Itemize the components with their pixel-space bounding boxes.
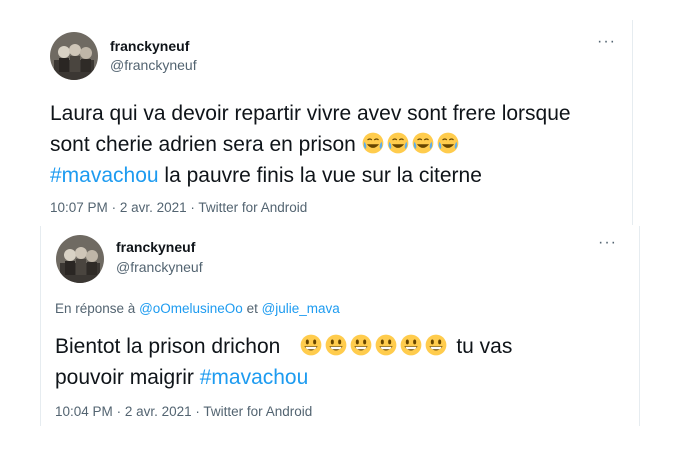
more-options-icon[interactable]: ··· [598,234,617,252]
mention-link[interactable]: @oOmelusineOo [139,301,243,316]
tweet-time[interactable]: 10:04 PM [55,404,113,419]
reply-prefix: En réponse à [55,301,140,316]
face-with-tears-of-joy-icon [437,132,459,154]
grinning-face-icon [375,334,397,356]
grinning-face-icon [400,334,422,356]
tweet-metadata: 10:07 PM · 2 avr. 2021 · Twitter for And… [50,200,307,215]
tweet-text-line-2: pouvoir maigrir #mavachou [55,362,635,393]
tweet-date[interactable]: 2 avr. 2021 [125,404,192,419]
tweet-text-segment: sont cherie adrien sera en prison [50,133,362,156]
emoji-group [362,132,462,156]
separator: · [111,200,117,215]
more-options-icon[interactable]: ··· [597,33,616,51]
grinning-face-icon [350,334,372,356]
reply-context: En réponse à @oOmelusineOo et @julie_mav… [55,301,340,316]
tweet-text-segment: Bientot la prison drichon [55,335,281,358]
reply-and: et [242,301,262,316]
display-name[interactable]: franckyneuf [110,38,189,54]
separator: · [116,404,122,419]
hashtag-link[interactable]: #mavachou [200,366,309,389]
tweet-time[interactable]: 10:07 PM [50,200,108,215]
separator: · [195,404,200,419]
mention-link[interactable]: @julie_mava [262,301,340,316]
tweet-text-line-1: Laura qui va devoir repartir vivre avev … [50,102,571,125]
tweet-card-1: franckyneuf @franckyneuf ··· Laura qui v… [34,20,633,225]
tweet-text: Bientot la prison drichon tu vas pouvoir … [55,331,635,393]
tweet-text-segment: la pauvre finis la vue sur la citerne [158,164,482,187]
avatar[interactable] [56,235,104,283]
emoji-group [300,334,450,358]
tweet-source[interactable]: Twitter for Android [198,200,307,215]
tweet-text-line-3: #mavachou la pauvre finis la vue sur la … [50,160,630,191]
display-name[interactable]: franckyneuf [116,239,195,255]
face-with-tears-of-joy-icon [362,132,384,154]
tweet-text-line-1: Bientot la prison drichon tu vas [55,331,635,362]
tweet-text-segment: tu vas [456,335,513,358]
tweet-source[interactable]: Twitter for Android [203,404,312,419]
tweet-text-line-2: sont cherie adrien sera en prison [50,129,630,160]
grinning-face-icon [325,334,347,356]
user-handle[interactable]: @franckyneuf [116,259,203,275]
tweet-card-2: franckyneuf @franckyneuf ··· En réponse … [40,226,640,426]
face-with-tears-of-joy-icon [412,132,434,154]
grinning-face-icon [300,334,322,356]
tweet-date[interactable]: 2 avr. 2021 [120,200,187,215]
separator: · [190,200,195,215]
user-handle[interactable]: @franckyneuf [110,57,197,73]
tweet-text: Laura qui va devoir repartir vivre avev … [50,98,630,191]
grinning-face-icon [425,334,447,356]
face-with-tears-of-joy-icon [387,132,409,154]
tweet-text-segment: pouvoir maigrir [55,366,200,389]
hashtag-link[interactable]: #mavachou [50,164,159,187]
tweet-metadata: 10:04 PM · 2 avr. 2021 · Twitter for And… [55,404,312,419]
avatar[interactable] [50,32,98,80]
